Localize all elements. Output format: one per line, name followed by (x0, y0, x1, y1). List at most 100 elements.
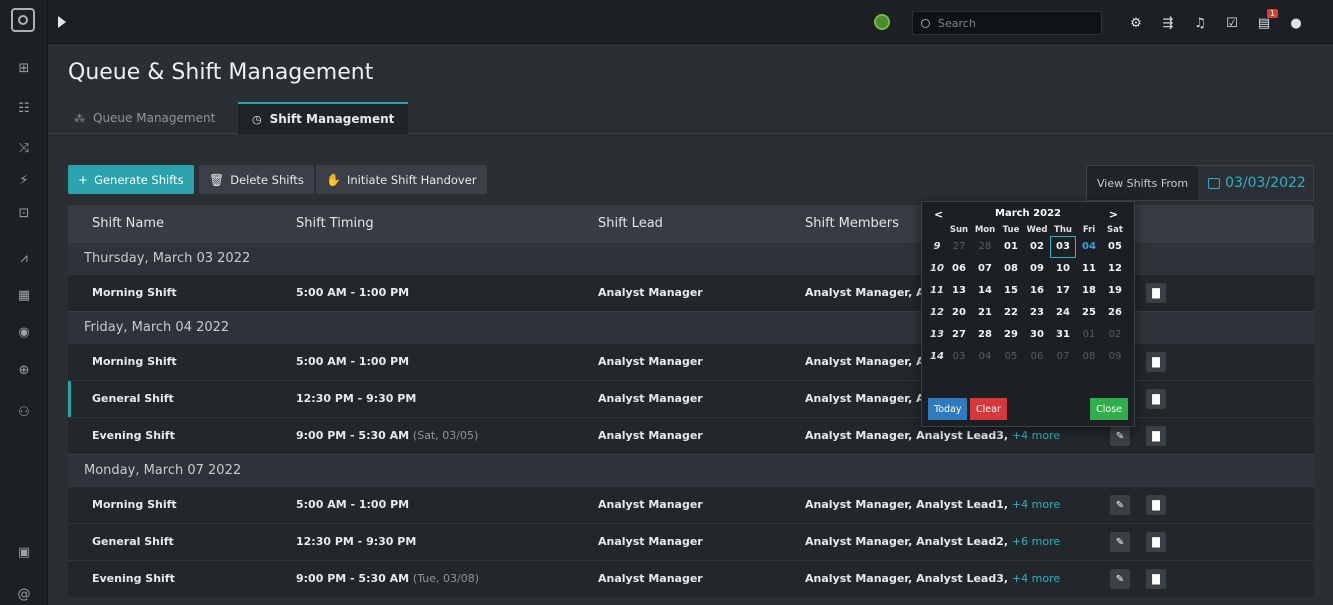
table-row[interactable]: Morning Shift 5:00 AM - 1:00 PM Analyst M… (68, 486, 1314, 523)
calendar-day[interactable]: 13 (946, 280, 972, 302)
calendar-day[interactable]: 21 (972, 302, 998, 324)
clipboard-icon[interactable]: ▣ (14, 542, 34, 562)
globe-icon[interactable]: ⊕ (14, 360, 34, 380)
delete-icon[interactable]: ▇ (1146, 426, 1166, 446)
week-number: 9 (933, 241, 941, 252)
chart-icon[interactable]: ⩘ (14, 248, 34, 268)
more-members-link[interactable]: +4 more (1012, 572, 1060, 585)
calendar-day[interactable]: 31 (1050, 324, 1076, 346)
calendar-day[interactable]: 03 (1050, 236, 1076, 258)
delete-icon[interactable]: ▇ (1146, 283, 1166, 303)
apps-icon[interactable]: ▦ (14, 285, 34, 305)
app-logo[interactable] (11, 8, 35, 32)
next-month-icon[interactable]: > (1109, 208, 1118, 221)
more-members-link[interactable]: +4 more (1012, 429, 1060, 442)
status-indicator-icon[interactable] (874, 14, 890, 30)
calendar-day[interactable]: 05 (1102, 236, 1128, 258)
calendar-day[interactable]: 18 (1076, 280, 1102, 302)
calendar-day[interactable]: 11 (1076, 258, 1102, 280)
delete-icon[interactable]: ▇ (1146, 569, 1166, 589)
calendar-day[interactable]: 27 (946, 236, 972, 258)
today-button[interactable]: Today (928, 398, 968, 420)
layout-icon[interactable]: ⇶ (1158, 13, 1178, 33)
calendar-day[interactable]: 09 (1024, 258, 1050, 280)
calendar-day[interactable]: 03 (946, 346, 972, 368)
calendar-day[interactable]: 14 (972, 280, 998, 302)
delete-icon[interactable]: ▇ (1146, 532, 1166, 552)
calendar-day[interactable]: 29 (998, 324, 1024, 346)
calendar-day[interactable]: 20 (946, 302, 972, 324)
calendar-day[interactable]: 25 (1076, 302, 1102, 324)
search-box[interactable] (912, 11, 1102, 35)
table-row[interactable]: General Shift 12:30 PM - 9:30 PM Analyst … (68, 523, 1314, 560)
more-members-link[interactable]: +4 more (1012, 498, 1060, 511)
user-icon[interactable]: ● (1286, 13, 1306, 33)
edit-icon[interactable]: ✎ (1110, 495, 1130, 515)
calendar-day[interactable]: 08 (1076, 346, 1102, 368)
calendar-day[interactable]: 19 (1102, 280, 1128, 302)
view-shifts-date-field[interactable]: 03/03/2022 (1198, 166, 1313, 200)
column-header[interactable]: Shift Members (805, 216, 899, 231)
calendar-day[interactable]: 26 (1102, 302, 1128, 324)
prev-month-icon[interactable]: < (934, 208, 943, 221)
team-icon[interactable]: ☷ (14, 98, 34, 118)
close-button[interactable]: Close (1090, 398, 1128, 420)
clear-button[interactable]: Clear (970, 398, 1007, 420)
calendar-day[interactable]: 01 (1076, 324, 1102, 346)
calendar-day[interactable]: 08 (998, 258, 1024, 280)
calendar-day[interactable]: 16 (1024, 280, 1050, 302)
tab-shift-management[interactable]: ◷ Shift Management (238, 102, 409, 134)
calendar-day[interactable]: 06 (946, 258, 972, 280)
calendar-day[interactable]: 17 (1050, 280, 1076, 302)
delete-shifts-button[interactable]: 🗑 Delete Shifts (199, 165, 314, 194)
checklist-icon[interactable]: ☑ (1222, 13, 1242, 33)
calendar-day[interactable]: 02 (1024, 236, 1050, 258)
calendar-day[interactable]: 30 (1024, 324, 1050, 346)
calendar-day[interactable]: 01 (998, 236, 1024, 258)
calendar-day[interactable]: 22 (998, 302, 1024, 324)
calendar-day[interactable]: 12 (1102, 258, 1128, 280)
users-icon[interactable]: ⚇ (14, 402, 34, 422)
calendar-day[interactable]: 07 (972, 258, 998, 280)
briefcase-icon[interactable]: ⊡ (14, 203, 34, 223)
delete-icon[interactable]: ▇ (1146, 495, 1166, 515)
calendar-day[interactable]: 28 (972, 236, 998, 258)
tab-queue-management[interactable]: ⁂ Queue Management (60, 102, 229, 134)
settings-icon[interactable]: ⚙ (1126, 13, 1146, 33)
dashboard-icon[interactable]: ⊞ (14, 58, 34, 78)
sidebar-toggle-icon[interactable] (58, 16, 66, 28)
search-input[interactable] (938, 16, 1088, 30)
calendar-day[interactable]: 07 (1050, 346, 1076, 368)
calendar-day[interactable]: 06 (1024, 346, 1050, 368)
calendar-day[interactable]: 05 (998, 346, 1024, 368)
bell-icon[interactable]: ♫ (1190, 13, 1210, 33)
date-picker-month[interactable]: March 2022 (995, 208, 1061, 219)
more-members-link[interactable]: +6 more (1012, 535, 1060, 548)
shuffle-icon[interactable]: ⤨ (14, 138, 34, 158)
calendar-day[interactable]: 09 (1102, 346, 1128, 368)
calendar-day[interactable]: 28 (972, 324, 998, 346)
delete-icon[interactable]: ▇ (1146, 389, 1166, 409)
notifications-icon[interactable]: ▤ 1 (1254, 9, 1278, 33)
column-header[interactable]: Shift Lead (598, 216, 663, 231)
edit-icon[interactable]: ✎ (1110, 569, 1130, 589)
calendar-day[interactable]: 04 (1076, 236, 1102, 258)
calendar-day[interactable]: 24 (1050, 302, 1076, 324)
edit-icon[interactable]: ✎ (1110, 532, 1130, 552)
column-header[interactable]: Shift Timing (296, 216, 374, 231)
calendar-day[interactable]: 04 (972, 346, 998, 368)
initiate-handover-button[interactable]: ✋ Initiate Shift Handover (316, 165, 487, 194)
calendar-day[interactable]: 27 (946, 324, 972, 346)
at-icon[interactable]: @ (14, 584, 34, 604)
radar-icon[interactable]: ◉ (14, 322, 34, 342)
calendar-day[interactable]: 15 (998, 280, 1024, 302)
delete-icon[interactable]: ▇ (1146, 352, 1166, 372)
column-header[interactable]: Shift Name (92, 216, 164, 231)
calendar-day[interactable]: 02 (1102, 324, 1128, 346)
generate-shifts-button[interactable]: + Generate Shifts (68, 165, 194, 194)
calendar-day[interactable]: 23 (1024, 302, 1050, 324)
edit-icon[interactable]: ✎ (1110, 426, 1130, 446)
table-row[interactable]: Evening Shift 9:00 PM - 5:30 AM (Tue, 03/… (68, 560, 1314, 597)
bolt-icon[interactable]: ⚡ (14, 170, 34, 190)
calendar-day[interactable]: 10 (1050, 258, 1076, 280)
